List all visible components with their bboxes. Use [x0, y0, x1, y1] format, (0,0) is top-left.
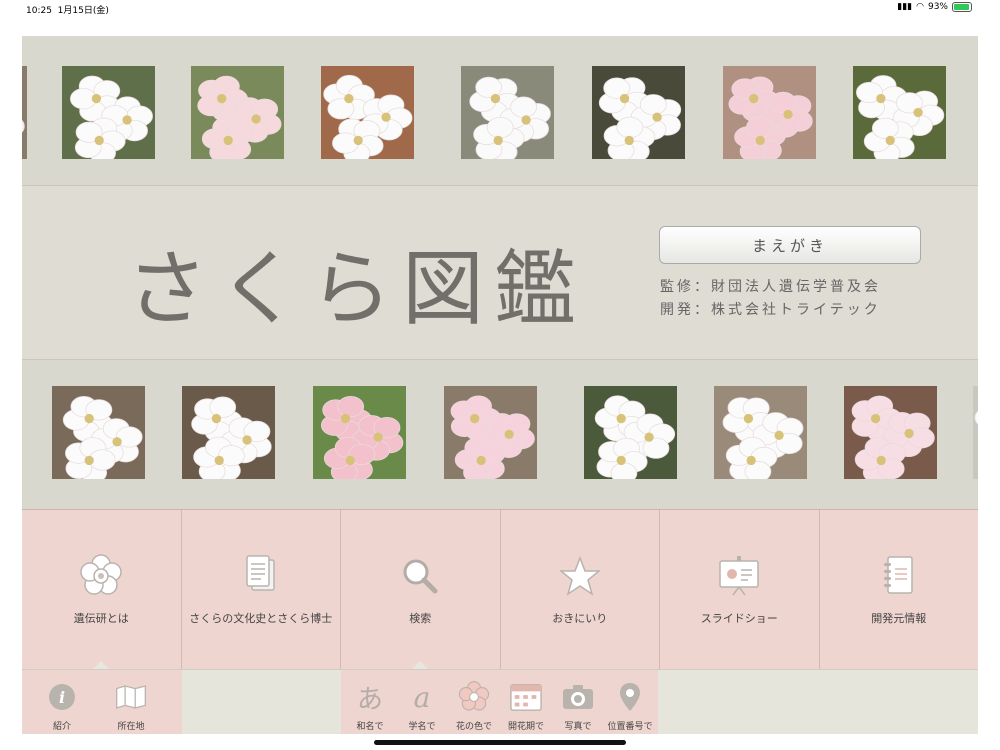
development-credit: 開発：株式会社トライテック [660, 302, 881, 318]
main-menu: 遺伝研とは さくらの文化史とさくら博士 検索 おきにいり スライドショー 開発元… [22, 509, 979, 670]
flower-color-icon [458, 681, 490, 712]
document-icon [239, 554, 283, 598]
blossom-photo-thumbnail[interactable] [313, 386, 406, 479]
menu-label: 開発元情報 [871, 612, 927, 625]
about-submenu: i 紹介 所在地 [22, 670, 182, 734]
slideshow-icon [717, 554, 761, 598]
app-window: さくら図鑑 まえがき 監修：財団法人遺伝学普及会 開発：株式会社トライテック 遺… [22, 36, 978, 734]
menu-item-culture[interactable]: さくらの文化史とさくら博士 [182, 510, 341, 669]
supervision-credit: 監修：財団法人遺伝学普及会 [660, 279, 881, 295]
menu-item-favorites[interactable]: おきにいり [501, 510, 660, 669]
menu-label: スライドショー [700, 612, 778, 625]
top-photo-strip[interactable] [22, 36, 978, 186]
bottom-photo-strip[interactable] [22, 359, 978, 509]
wifi-icon: ◠ [916, 2, 924, 12]
blossom-photo-thumbnail[interactable] [853, 66, 946, 159]
submenu-label: 和名で [356, 722, 384, 732]
battery-percent: 93% [927, 2, 948, 12]
submenu-item-intro[interactable]: i 紹介 [36, 670, 88, 734]
blossom-photo-thumbnail[interactable] [723, 66, 816, 159]
menu-label: さくらの文化史とさくら博士 [189, 612, 333, 625]
star-icon [558, 554, 602, 598]
submenu-label: 位置番号で [607, 722, 653, 732]
map-icon [115, 682, 147, 712]
blossom-photo-thumbnail[interactable] [973, 386, 978, 479]
battery-icon [952, 2, 972, 12]
location-pin-icon [614, 682, 646, 712]
submenu-label: 花の色で [455, 722, 492, 732]
submenu-label: 所在地 [117, 722, 145, 732]
home-indicator[interactable] [374, 740, 626, 745]
menu-item-slideshow[interactable]: スライドショー [660, 510, 820, 669]
blossom-photo-thumbnail[interactable] [444, 386, 537, 479]
menu-label: おきにいり [552, 612, 608, 625]
menu-label: 遺伝研とは [73, 612, 129, 625]
app-title: さくら図鑑 [126, 242, 587, 337]
title-band: さくら図鑑 まえがき 監修：財団法人遺伝学普及会 開発：株式会社トライテック [22, 186, 978, 359]
blossom-photo-thumbnail[interactable] [321, 66, 414, 159]
flower-icon [79, 554, 123, 598]
submenu-item-bloom-period[interactable]: 開花期で [500, 670, 552, 734]
submenu-item-location[interactable]: 所在地 [98, 670, 164, 734]
menu-item-developer[interactable]: 開発元情報 [820, 510, 979, 669]
submenu-label: 写真で [564, 722, 592, 732]
info-icon: i [46, 682, 78, 712]
preface-button[interactable]: まえがき [659, 226, 921, 264]
submenu-label: 紹介 [52, 722, 71, 732]
menu-item-about[interactable]: 遺伝研とは [22, 510, 182, 670]
svg-text:i: i [59, 688, 65, 707]
calendar-icon [510, 682, 542, 712]
blossom-photo-thumbnail[interactable] [191, 66, 284, 159]
blossom-photo-thumbnail[interactable] [62, 66, 155, 159]
submenu-item-flower-color[interactable]: 花の色で [448, 670, 500, 734]
status-indicators: ▮▮▮ ◠ 93% [897, 2, 972, 12]
camera-icon [562, 682, 594, 712]
notebook-icon [877, 554, 921, 598]
menu-label: 検索 [409, 612, 432, 625]
blossom-photo-thumbnail[interactable] [461, 66, 554, 159]
blossom-photo-thumbnail[interactable] [182, 386, 275, 479]
blossom-photo-thumbnail[interactable] [844, 386, 937, 479]
status-time: 10:25 1月15日(金) [26, 6, 109, 16]
submenu-item-scientific-name[interactable]: a 学名で [396, 670, 448, 734]
latin-a-icon: a [413, 680, 431, 714]
submenu-label: 学名で [408, 722, 436, 732]
search-icon [398, 554, 442, 598]
blossom-photo-thumbnail[interactable] [22, 66, 27, 159]
menu-item-search[interactable]: 検索 [341, 510, 501, 670]
status-bar: 10:25 1月15日(金) ▮▮▮ ◠ 93% [0, 0, 1000, 18]
blossom-photo-thumbnail[interactable] [714, 386, 807, 479]
submenu-item-photo[interactable]: 写真で [552, 670, 604, 734]
search-submenu: あ 和名で a 学名で 花の色で 開花期で 写真で 位置番号で [341, 670, 658, 734]
submenu-label: 開花期で [507, 722, 544, 732]
hiragana-a-icon: あ [356, 684, 383, 715]
blossom-photo-thumbnail[interactable] [584, 386, 677, 479]
submenu-item-position-number[interactable]: 位置番号で [604, 670, 656, 734]
blossom-photo-thumbnail[interactable] [592, 66, 685, 159]
submenu-bar: i 紹介 所在地 あ 和名で a 学名で 花の色で 開花期で 写真で 位置番号で [22, 669, 978, 734]
signal-icon: ▮▮▮ [897, 2, 913, 12]
blossom-photo-thumbnail[interactable] [52, 386, 145, 479]
submenu-item-japanese-name[interactable]: あ 和名で [344, 670, 396, 734]
